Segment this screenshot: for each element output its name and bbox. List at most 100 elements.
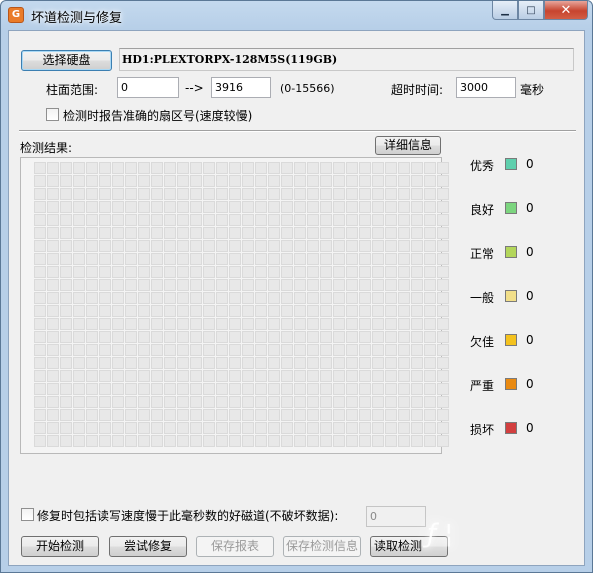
- sector-cell: [333, 188, 345, 200]
- sector-cell: [242, 214, 254, 226]
- legend-count: 0: [526, 377, 534, 391]
- sector-cell: [411, 318, 423, 330]
- sector-cell: [177, 175, 189, 187]
- sector-cell: [372, 370, 384, 382]
- sector-cell: [242, 292, 254, 304]
- sector-cell: [307, 240, 319, 252]
- sector-cell: [294, 201, 306, 213]
- details-button[interactable]: 详细信息: [375, 136, 441, 155]
- sector-cell: [125, 279, 137, 291]
- repair-button[interactable]: 尝试修复: [109, 536, 187, 557]
- legend-label: 欠佳: [470, 335, 495, 349]
- repair-slow-checkbox[interactable]: [21, 508, 34, 521]
- sector-cell: [99, 370, 111, 382]
- sector-cell: [398, 201, 410, 213]
- close-button[interactable]: ✕: [544, 1, 588, 20]
- sector-cell: [242, 175, 254, 187]
- sector-cell: [398, 344, 410, 356]
- sector-cell: [346, 292, 358, 304]
- sector-cell: [359, 370, 371, 382]
- minimize-button[interactable]: ▁: [492, 1, 518, 20]
- sector-cell: [255, 214, 267, 226]
- sector-cell: [437, 162, 449, 174]
- sector-cell: [138, 435, 150, 447]
- sector-cell: [216, 162, 228, 174]
- sector-cell: [86, 292, 98, 304]
- sector-cell: [320, 162, 332, 174]
- sector-cell: [424, 409, 436, 421]
- sector-cell: [73, 409, 85, 421]
- maximize-button[interactable]: □: [518, 1, 544, 20]
- sector-cell: [203, 292, 215, 304]
- sector-cell: [164, 188, 176, 200]
- legend-label: 良好: [470, 203, 495, 217]
- sector-cell: [294, 383, 306, 395]
- sector-cell: [346, 175, 358, 187]
- sector-cell: [333, 201, 345, 213]
- timeout-unit: 毫秒: [520, 83, 545, 97]
- timeout-input[interactable]: 3000: [456, 77, 516, 98]
- sector-cell: [268, 344, 280, 356]
- report-sector-checkbox[interactable]: [46, 108, 59, 121]
- sector-cell: [164, 240, 176, 252]
- sector-cell: [424, 188, 436, 200]
- sector-cell: [99, 318, 111, 330]
- sector-cell: [346, 370, 358, 382]
- sector-cell: [151, 292, 163, 304]
- sector-cell: [164, 396, 176, 408]
- sector-cell: [424, 227, 436, 239]
- repair-slow-input[interactable]: 0: [366, 506, 426, 527]
- sector-cell: [242, 201, 254, 213]
- sector-cell: [47, 240, 59, 252]
- report-sector-label: 检测时报告准确的扇区号(速度较慢): [63, 109, 253, 123]
- sector-cell: [190, 227, 202, 239]
- sector-cell: [47, 370, 59, 382]
- sector-cell: [424, 370, 436, 382]
- sector-cell: [424, 318, 436, 330]
- sector-cell: [151, 214, 163, 226]
- cylinder-end-input[interactable]: 3916: [211, 77, 271, 98]
- sector-cell: [255, 435, 267, 447]
- sector-cell: [385, 383, 397, 395]
- sector-map: [20, 157, 449, 454]
- sector-cell: [268, 214, 280, 226]
- sector-cell: [268, 162, 280, 174]
- sector-cell: [424, 357, 436, 369]
- start-scan-button[interactable]: 开始检测: [21, 536, 99, 557]
- sector-cell: [216, 227, 228, 239]
- title-bar[interactable]: G 坏道检测与修复 ▁ □ ✕: [1, 1, 592, 29]
- sector-cell: [268, 279, 280, 291]
- cylinder-start-input[interactable]: 0: [117, 77, 179, 98]
- sector-cell: [294, 214, 306, 226]
- sector-cell: [99, 227, 111, 239]
- sector-cell: [99, 240, 111, 252]
- sector-cell: [60, 331, 72, 343]
- sector-cell: [437, 266, 449, 278]
- sector-cell: [398, 357, 410, 369]
- sector-cell: [268, 266, 280, 278]
- sector-cell: [151, 422, 163, 434]
- sector-cell: [151, 201, 163, 213]
- sector-cell: [229, 409, 241, 421]
- legend-swatch: [505, 334, 517, 346]
- sector-cell: [437, 240, 449, 252]
- sector-cell: [190, 318, 202, 330]
- sector-cell: [34, 266, 46, 278]
- save-results-button[interactable]: 保存检测信息: [283, 536, 361, 557]
- sector-cell: [164, 175, 176, 187]
- select-disk-button[interactable]: 选择硬盘: [21, 50, 112, 71]
- save-report-button[interactable]: 保存报表: [196, 536, 274, 557]
- sector-cell: [112, 240, 124, 252]
- sector-cell: [190, 344, 202, 356]
- sector-cell: [320, 227, 332, 239]
- sector-cell: [424, 396, 436, 408]
- sector-cell: [190, 175, 202, 187]
- sector-cell: [177, 253, 189, 265]
- legend-swatch: [505, 378, 517, 390]
- sector-cell: [47, 188, 59, 200]
- sector-cell: [99, 279, 111, 291]
- sector-cell: [125, 331, 137, 343]
- sector-cell: [60, 357, 72, 369]
- sector-cell: [320, 214, 332, 226]
- sector-cell: [203, 409, 215, 421]
